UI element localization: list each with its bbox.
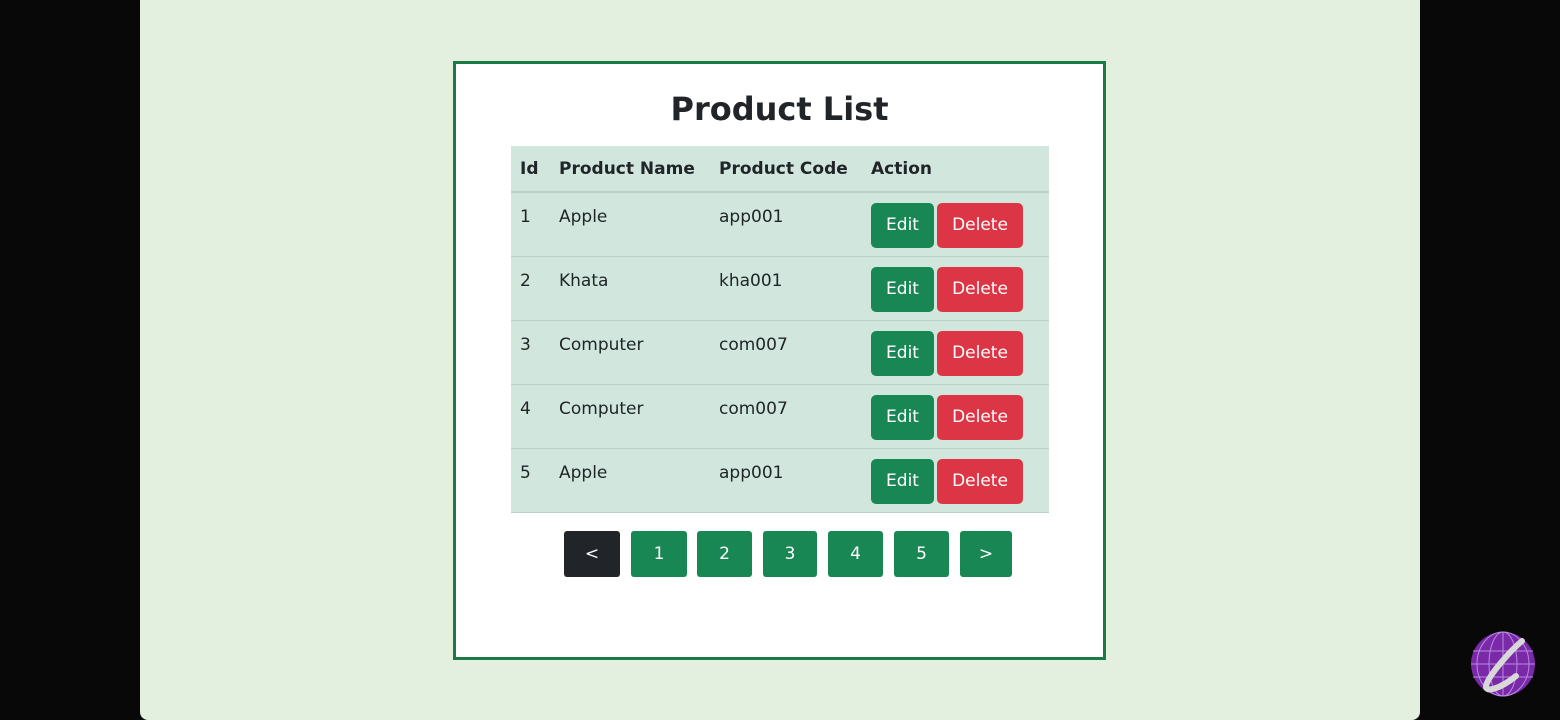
page-4-button[interactable]: 4 [828,531,883,577]
header-action: Action [862,146,1049,193]
cell-product-code: app001 [710,448,862,513]
table-row: 3 Computer com007 Edit Delete [511,320,1049,385]
cell-id: 2 [511,256,550,321]
delete-button[interactable]: Delete [937,458,1023,504]
cell-product-name: Apple [550,192,710,257]
cell-product-name: Computer [550,320,710,385]
cell-action: Edit Delete [862,448,1049,513]
header-product-code: Product Code [710,146,862,193]
cell-product-name: Khata [550,256,710,321]
cell-product-name: Computer [550,384,710,449]
table-row: 5 Apple app001 Edit Delete [511,448,1049,513]
page-3-button[interactable]: 3 [763,531,817,577]
cell-product-code: com007 [710,320,862,385]
delete-button[interactable]: Delete [937,330,1023,376]
delete-button[interactable]: Delete [937,203,1023,248]
edit-button[interactable]: Edit [871,203,934,248]
edit-button[interactable]: Edit [871,458,934,504]
edit-button[interactable]: Edit [871,266,934,312]
page-1-button[interactable]: 1 [631,531,687,577]
cell-action: Edit Delete [862,384,1049,449]
delete-button[interactable]: Delete [937,394,1023,440]
cell-action: Edit Delete [862,192,1049,257]
page-2-button[interactable]: 2 [697,531,752,577]
cell-id: 4 [511,384,550,449]
table-row: 1 Apple app001 Edit Delete [511,192,1049,257]
cell-product-code: app001 [710,192,862,257]
prev-page-button[interactable]: < [564,531,620,577]
cell-id: 1 [511,192,550,257]
table-row: 4 Computer com007 Edit Delete [511,384,1049,449]
globe-logo-icon [1471,631,1535,697]
cell-product-code: com007 [710,384,862,449]
cell-id: 5 [511,448,550,513]
product-list-card: Product List Id Product Name Product Cod… [453,61,1106,660]
edit-button[interactable]: Edit [871,394,934,440]
page-title: Product List [670,90,889,128]
product-table: Id Product Name Product Code Action 1 App… [511,146,1049,513]
cell-product-code: kha001 [710,256,862,321]
next-page-button[interactable]: > [960,531,1012,577]
cell-action: Edit Delete [862,320,1049,385]
edit-button[interactable]: Edit [871,330,934,376]
table-header-row: Id Product Name Product Code Action [511,146,1049,193]
delete-button[interactable]: Delete [937,266,1023,312]
table-row: 2 Khata kha001 Edit Delete [511,256,1049,321]
header-id: Id [511,146,550,193]
header-product-name: Product Name [550,146,710,193]
cell-id: 3 [511,320,550,385]
page-5-button[interactable]: 5 [894,531,949,577]
cell-product-name: Apple [550,448,710,513]
cell-action: Edit Delete [862,256,1049,321]
